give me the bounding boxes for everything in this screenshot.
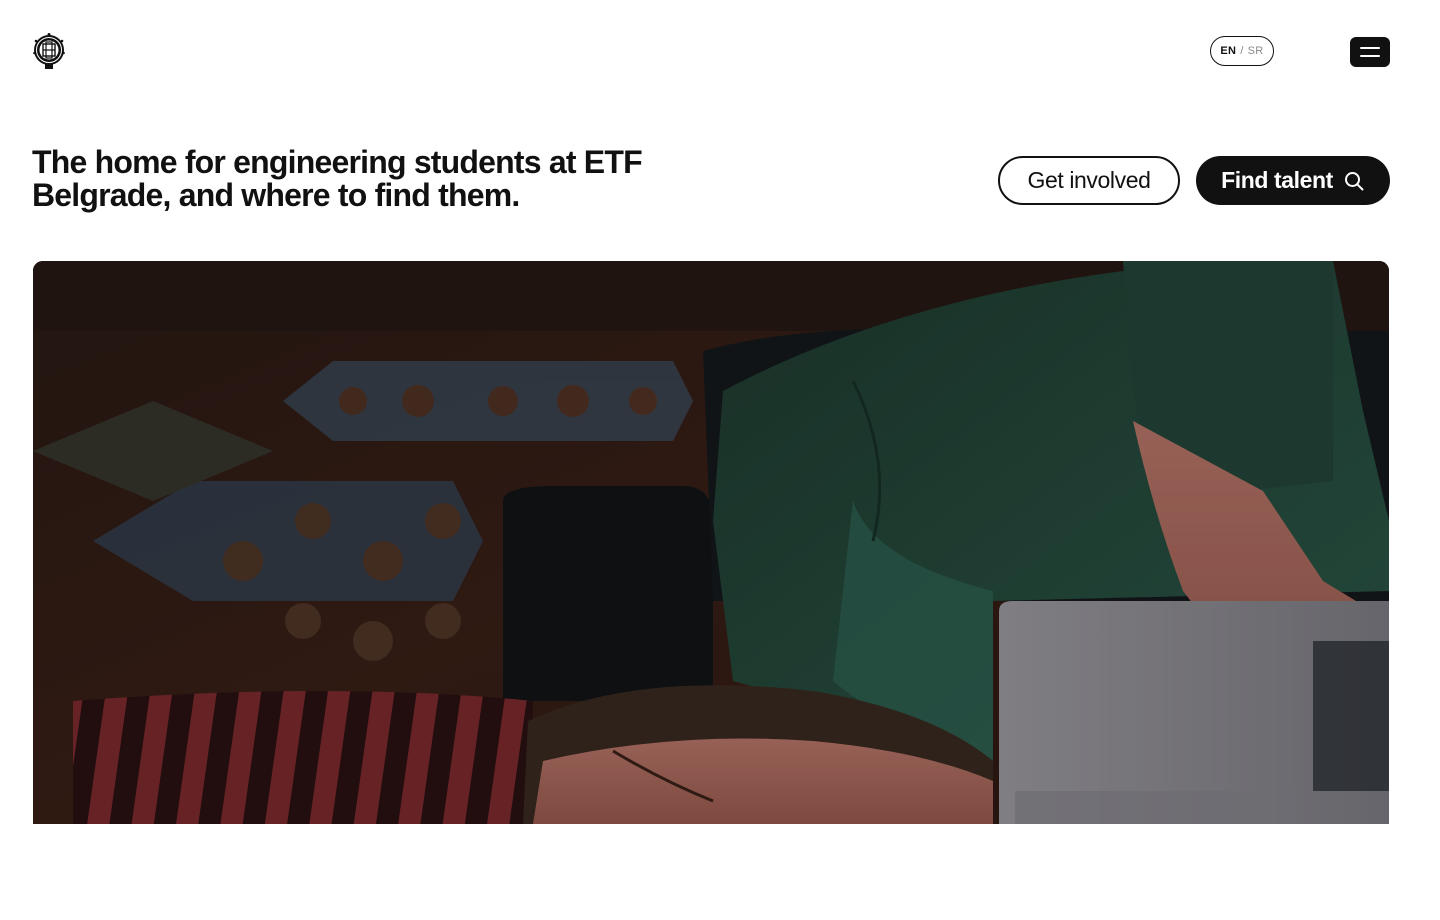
language-option-en[interactable]: EN xyxy=(1220,45,1236,57)
language-option-sr[interactable]: SR xyxy=(1248,45,1264,57)
menu-button[interactable] xyxy=(1350,37,1390,67)
find-talent-label: Find talent xyxy=(1221,167,1333,193)
hamburger-menu-icon-bar-bottom xyxy=(1360,55,1380,57)
language-switcher: EN / SR xyxy=(1210,36,1274,66)
logo[interactable] xyxy=(32,33,66,71)
hero-headline: The home for engineering students at ETF… xyxy=(32,144,643,213)
hero-photo xyxy=(33,261,1389,824)
hamburger-menu-icon-bar-top xyxy=(1360,47,1380,49)
get-involved-button[interactable]: Get involved xyxy=(998,156,1180,205)
hero-photo-illustration xyxy=(33,261,1389,824)
search-icon xyxy=(1344,171,1364,190)
language-separator: / xyxy=(1240,45,1244,57)
get-involved-label: Get involved xyxy=(1027,167,1151,193)
university-seal-logo-icon xyxy=(33,33,65,69)
find-talent-button[interactable]: Find talent xyxy=(1196,156,1390,205)
page: EN / SR The home for engineering student… xyxy=(0,0,1440,920)
